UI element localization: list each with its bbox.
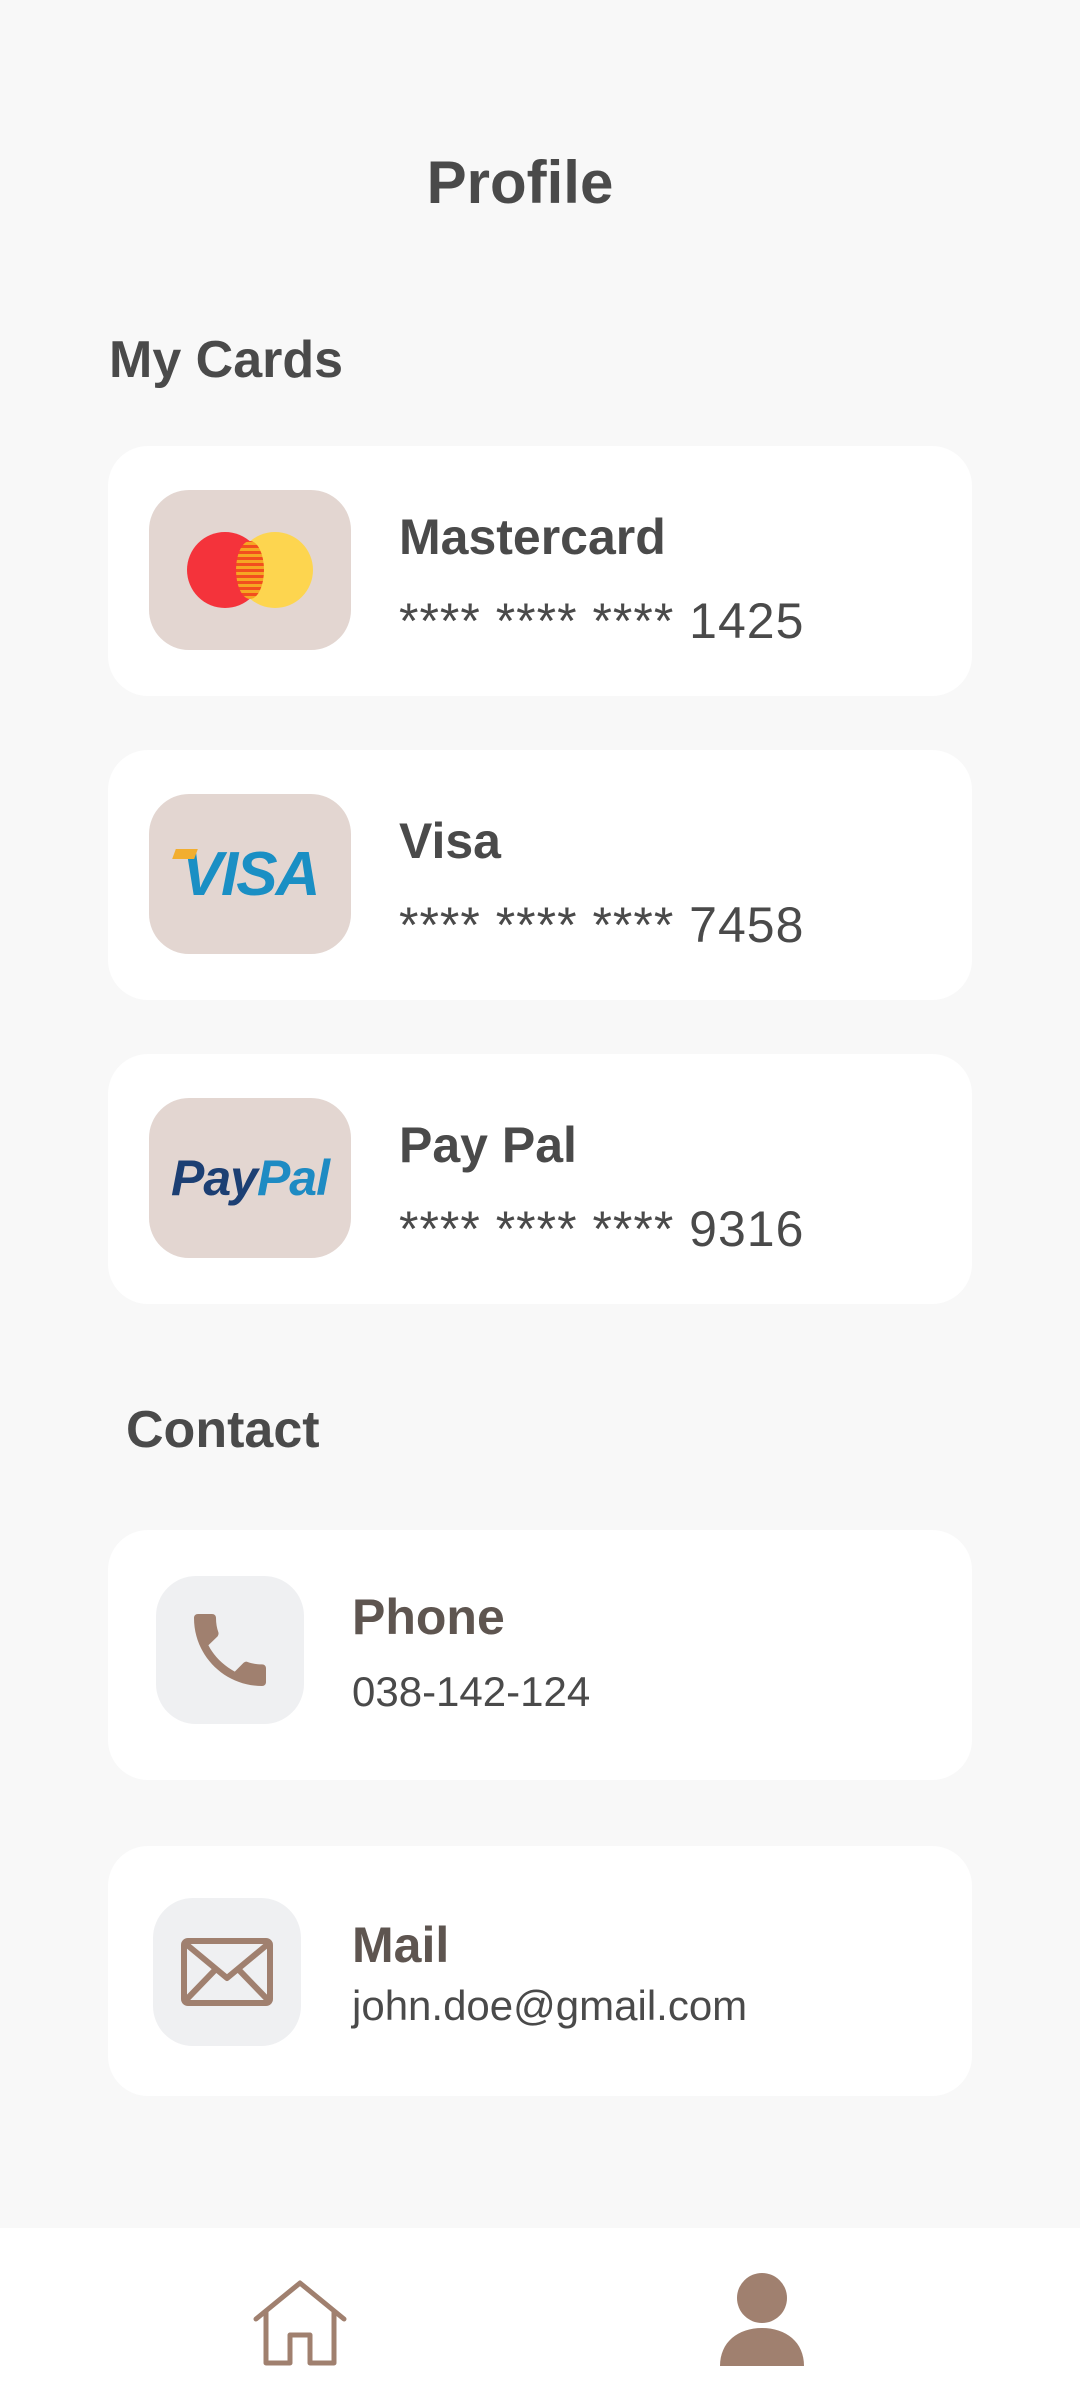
mastercard-logo-icon	[187, 532, 313, 608]
phone-icon	[194, 1614, 266, 1686]
card-name: Mastercard	[399, 509, 666, 565]
card-name: Visa	[399, 813, 501, 869]
profile-icon	[720, 2273, 804, 2366]
home-icon	[253, 2280, 347, 2366]
contact-label: Mail	[352, 1917, 450, 1973]
card-number: **** **** **** 7458	[399, 897, 805, 953]
card-paypal[interactable]: PayPal Pay Pal **** **** **** 9316	[108, 1054, 972, 1304]
card-mastercard[interactable]: Mastercard **** **** **** 1425	[108, 446, 972, 696]
mail-icon	[181, 1938, 273, 2006]
page-title: Profile	[426, 149, 614, 216]
contact-section-title: Contact	[126, 1401, 320, 1459]
nav-profile-button[interactable]	[700, 2264, 824, 2374]
contact-value: john.doe@gmail.com	[352, 1982, 748, 2029]
bottom-navigation	[0, 2228, 1080, 2400]
contact-mail[interactable]: Mail john.doe@gmail.com	[108, 1846, 972, 2096]
visa-logo-icon: VISA	[171, 839, 320, 910]
contact-label: Phone	[352, 1589, 505, 1645]
paypal-logo-icon: PayPal	[170, 1150, 330, 1206]
card-number: **** **** **** 9316	[399, 1201, 805, 1257]
mail-icon-tile	[153, 1898, 301, 2046]
contact-value: 038-142-124	[352, 1668, 591, 1715]
card-visa[interactable]: VISA Visa **** **** **** 7458	[108, 750, 972, 1000]
my-cards-section-title: My Cards	[109, 331, 344, 389]
phone-icon-tile	[156, 1576, 304, 1724]
card-name: Pay Pal	[399, 1117, 577, 1173]
nav-home-button[interactable]	[240, 2268, 360, 2378]
contact-phone[interactable]: Phone 038-142-124	[108, 1530, 972, 1780]
paypal-logo-tile: PayPal	[149, 1098, 351, 1258]
card-number: **** **** **** 1425	[399, 593, 805, 649]
visa-logo-tile: VISA	[149, 794, 351, 954]
mastercard-logo-tile	[149, 490, 351, 650]
